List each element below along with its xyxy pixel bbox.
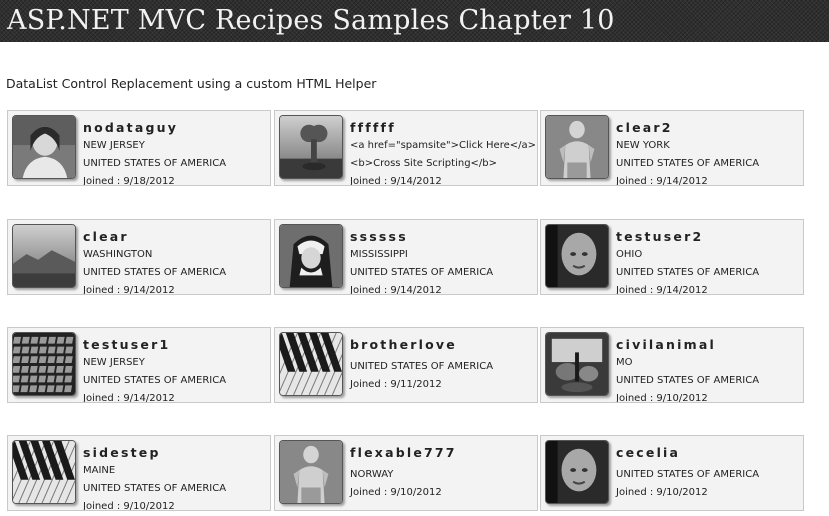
user-name: testuser1 (83, 337, 171, 352)
user-detail-line-1: MAINE (83, 465, 116, 476)
user-detail-line-1: MO (616, 357, 633, 368)
user-detail-line-2: Joined : 9/10/2012 (616, 487, 708, 498)
user-detail-line-2: <b>Cross Site Scripting</b> (350, 158, 498, 169)
user-detail-line-1: <a href="spamsite">Click Here</a> (350, 140, 537, 151)
user-card-ffffff: ffffff <a href="spamsite">Click Here</a> <… (274, 110, 538, 186)
user-card-sidestep: sidestep MAINE UNITED STATES OF AMERICA Joi… (7, 435, 271, 511)
user-detail-line-2: UNITED STATES OF AMERICA (350, 267, 494, 278)
user-name: clear (83, 229, 129, 244)
user-joined-date: Joined : 9/14/2012 (616, 176, 708, 186)
user-avatar (279, 332, 343, 396)
user-card-cecelia: cecelia UNITED STATES OF AMERICA Joined : … (540, 435, 804, 511)
user-detail-line-2: Joined : 9/10/2012 (350, 487, 442, 498)
user-name: clear2 (616, 120, 673, 135)
user-card-clear2: clear2 NEW YORK UNITED STATES OF AMERICA Jo… (540, 110, 804, 186)
user-detail-line-1: NEW YORK (616, 140, 670, 151)
bald-man-image (546, 225, 608, 287)
user-detail-line-1: NEW JERSEY (83, 140, 145, 151)
user-name: ssssss (350, 229, 408, 244)
user-joined-date: Joined : 9/10/2012 (83, 501, 175, 511)
shirtless-man-image (546, 116, 608, 178)
user-detail-line-1: NEW JERSEY (83, 357, 145, 368)
user-name: sidestep (83, 445, 161, 460)
user-avatar (279, 440, 343, 504)
user-avatar (12, 115, 76, 179)
user-joined-date: Joined : 9/18/2012 (83, 176, 175, 186)
user-avatar (12, 440, 76, 504)
user-name: brotherlove (350, 337, 457, 352)
user-detail-line-2: UNITED STATES OF AMERICA (83, 158, 227, 169)
user-avatar (545, 332, 609, 396)
landscape-image (13, 225, 75, 287)
piano-keys-image (13, 441, 75, 503)
user-joined-date: Joined : 9/14/2012 (83, 393, 175, 403)
user-detail-line-2: UNITED STATES OF AMERICA (83, 483, 227, 494)
nun-image (280, 225, 342, 287)
user-name: flexable777 (350, 445, 457, 460)
user-name: testuser2 (616, 229, 704, 244)
user-detail-line-2: UNITED STATES OF AMERICA (616, 158, 760, 169)
user-card-testuser1: testuser1 NEW JERSEY UNITED STATES OF AMER… (7, 327, 271, 403)
user-joined-date: Joined : 9/10/2012 (616, 393, 708, 403)
user-detail-line-2: UNITED STATES OF AMERICA (616, 267, 760, 278)
user-avatar (12, 332, 76, 396)
user-avatar (279, 224, 343, 288)
user-name: ffffff (350, 120, 396, 135)
user-joined-date: Joined : 9/14/2012 (83, 285, 175, 295)
user-detail-line-2: Joined : 9/11/2012 (350, 379, 442, 390)
user-datalist: nodataguy NEW JERSEY UNITED STATES OF AMER… (0, 0, 829, 516)
shirtless-man-image (280, 441, 342, 503)
keyboard-image (13, 333, 75, 395)
piano-keys-image (280, 333, 342, 395)
user-detail-line-1: UNITED STATES OF AMERICA (350, 361, 494, 372)
user-avatar (12, 224, 76, 288)
user-card-flexable777: flexable777 NORWAY Joined : 9/10/2012 (274, 435, 538, 511)
user-card-civilanimal: civilanimal MO UNITED STATES OF AMERICA Joi… (540, 327, 804, 403)
user-name: civilanimal (616, 337, 716, 352)
user-card-clear: clear WASHINGTON UNITED STATES OF AMERICA J… (7, 219, 271, 295)
user-detail-line-1: OHIO (616, 249, 643, 260)
user-avatar (545, 440, 609, 504)
user-card-ssssss: ssssss MISSISSIPPI UNITED STATES OF AMERIC… (274, 219, 538, 295)
user-detail-line-2: UNITED STATES OF AMERICA (83, 267, 227, 278)
user-card-nodataguy: nodataguy NEW JERSEY UNITED STATES OF AMER… (7, 110, 271, 186)
user-avatar (545, 224, 609, 288)
user-detail-line-2: UNITED STATES OF AMERICA (83, 375, 227, 386)
user-joined-date: Joined : 9/14/2012 (350, 285, 442, 295)
user-detail-line-2: UNITED STATES OF AMERICA (616, 375, 760, 386)
user-detail-line-1: WASHINGTON (83, 249, 153, 260)
user-joined-date: Joined : 9/14/2012 (616, 285, 708, 295)
woman-portrait-image (13, 116, 75, 178)
user-avatar (279, 115, 343, 179)
user-name: cecelia (616, 445, 681, 460)
user-detail-line-1: UNITED STATES OF AMERICA (616, 469, 760, 480)
drum-kit-image (546, 333, 608, 395)
user-card-brotherlove: brotherlove UNITED STATES OF AMERICA Joine… (274, 327, 538, 403)
user-joined-date: Joined : 9/14/2012 (350, 176, 442, 186)
bald-man-image (546, 441, 608, 503)
user-detail-line-1: MISSISSIPPI (350, 249, 408, 260)
user-card-testuser2: testuser2 OHIO UNITED STATES OF AMERICA Joi… (540, 219, 804, 295)
binocular-viewer-image (280, 116, 342, 178)
user-name: nodataguy (83, 120, 179, 135)
user-avatar (545, 115, 609, 179)
user-detail-line-1: NORWAY (350, 469, 394, 480)
